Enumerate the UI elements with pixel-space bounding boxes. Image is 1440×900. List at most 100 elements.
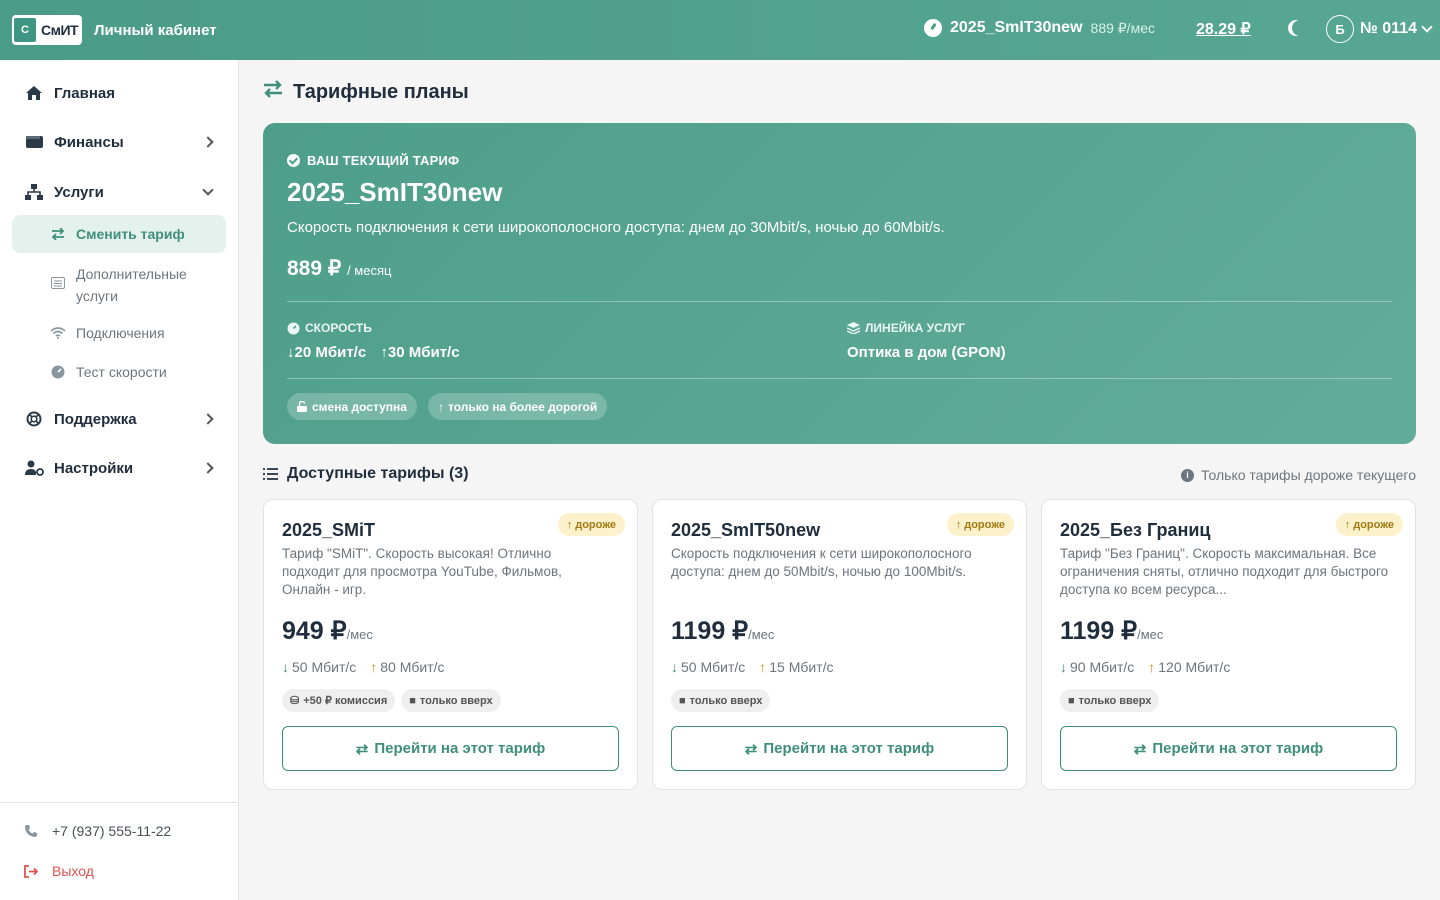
pricier-badge: ↑ дороже [557,513,625,536]
tariff-card: 2025_SMiT ↑ дороже Тариф "SMiT". Скорость… [263,499,638,790]
speed-values: ↓20 Мбит/с ↑30 Мбит/с [287,344,460,361]
sidebar-item-label: Услуги [54,183,104,201]
price-unit: / месяц [347,263,392,278]
sidebar-item-settings[interactable]: Настройки [12,449,226,487]
line-value: Оптика в дом (GPON) [847,344,1006,361]
support-phone[interactable]: +7 (937) 555-11-22 [24,823,171,839]
list-icon [48,273,68,293]
sidebar-item-label: Настройки [54,459,134,477]
chevron-right-icon [202,413,214,425]
moon-icon[interactable] [1292,20,1308,36]
upgrade-only-tag: ■ только вверх [401,689,501,712]
gauge-icon [48,362,68,382]
divider [287,378,1392,379]
change-available-pill: смена доступна [287,393,417,420]
sidebar-item-services[interactable]: Услуги [12,173,226,211]
sidebar-item-finance[interactable]: Финансы [12,123,226,161]
page-title: Тарифные планы [263,80,469,104]
arrow-down-icon: ↓ [671,659,678,675]
arrow-up-icon: ↑ [759,659,767,675]
gauge-icon [287,322,300,334]
swap-icon: ⇄ [744,740,758,758]
logo[interactable]: С СмИТ [12,15,82,45]
tariff-name: 2025_Без Границ [1060,520,1211,540]
user-menu[interactable]: Б № 0114 [1326,15,1433,43]
speed-up: 120 Мбит/с [1158,659,1231,675]
pill-text: только на более дорогой [448,399,598,414]
layers-icon [847,322,860,334]
arrow-up-icon: ↑ [370,659,378,675]
tariff-tags: ■ только вверх [671,689,776,712]
tariff-desc: Скорость подключения к сети широкополосн… [671,546,972,579]
tag-text: только вверх [419,694,493,707]
swap-icon: ⇄ [355,740,369,758]
price-unit: /мес [346,627,373,642]
tariff-name: 2025_SMiT [282,520,376,540]
top-tariff-price: 889 ₽/мес [1090,19,1155,36]
home-icon [24,83,44,103]
sidebar-item-label: Дополнительные услуги [76,266,187,304]
button-label: Перейти на этот тариф [763,740,935,757]
arrow-down-icon: ↓ [282,659,289,675]
sidebar-item-label: Главная [54,84,116,102]
badge-text: дороже [964,518,1005,531]
switch-tariff-button[interactable]: ⇄ Перейти на этот тариф [671,726,1008,771]
fee-tag: ⛁ +50 ₽ комиссия [282,689,396,712]
upgrade-only-tag: ■ только вверх [671,689,771,712]
main-content: Тарифные планы ВАШ ТЕКУЩИЙ ТАРИФ 2025_Sm… [239,60,1440,900]
available-title-text: Доступные тарифы (3) [287,465,469,482]
sidebar-subitem-extra-services[interactable]: Дополнительные услуги [12,261,226,309]
current-tariff-price: 889 ₽ / месяц [287,256,391,281]
tariff-price: 1199 ₽/мес [1060,616,1163,646]
line-label-text: ЛИНЕЙКА УСЛУГ [865,321,966,335]
tariff-speed: ↓ 90 Мбит/с ↑ 120 Мбит/с [1060,659,1230,675]
sidebar-subitem-connections[interactable]: Подключения [12,322,226,344]
sidebar: Главная Финансы Услуги Сменить тариф Доп… [0,60,239,900]
tariff-card: 2025_SmIT50new ↑ дороже Скорость подключе… [652,499,1027,790]
tariff-tags: ⛁ +50 ₽ комиссия ■ только вверх [282,689,507,712]
logout-link[interactable]: Выход [24,863,94,879]
chevron-right-icon [202,136,214,148]
lock-icon: ■ [679,694,686,707]
logo-mark: С [14,18,36,42]
available-note-text: Только тарифы дороже текущего [1201,467,1416,483]
tariff-card: 2025_Без Границ ↑ дороже Тариф "Без Грани… [1041,499,1416,790]
logout-label: Выход [52,863,94,879]
button-label: Перейти на этот тариф [374,740,546,757]
speed-up: 30 Мбит/с [387,344,460,361]
sidebar-item-support[interactable]: Поддержка [12,400,226,438]
arrow-up-icon: ↑ [1148,659,1156,675]
button-label: Перейти на этот тариф [1152,740,1324,757]
current-tariff-card: ВАШ ТЕКУЩИЙ ТАРИФ 2025_SmIT30new Скорост… [263,123,1416,444]
info-icon: i [1181,468,1195,482]
arrow-up-icon: ↑ [380,344,388,361]
top-tariff-info[interactable]: 2025_SmIT30new 889 ₽/мес [924,19,1155,37]
user-gear-icon [24,458,44,478]
balance-link[interactable]: 28.29 ₽ [1196,19,1251,39]
sidebar-item-home[interactable]: Главная [12,74,226,112]
switch-tariff-button[interactable]: ⇄ Перейти на этот тариф [1060,726,1397,771]
avatar: Б [1326,15,1354,43]
chevron-down-icon [202,184,214,196]
current-tariff-name: 2025_SmIT30new [287,177,503,207]
price-unit: /мес [1137,627,1164,642]
tag-text: только вверх [1078,694,1152,707]
price-value: 949 ₽ [282,617,347,645]
sidebar-subitem-speed-test[interactable]: Тест скорости [12,361,226,383]
logo-text: СмИТ [41,22,79,38]
sidebar-item-label: Финансы [54,133,124,151]
account-number: № 0114 [1360,20,1417,37]
chevron-down-icon [1421,21,1433,33]
pill-text: смена доступна [312,399,407,414]
arrow-down-icon: ↓ [1060,659,1067,675]
switch-tariff-button[interactable]: ⇄ Перейти на этот тариф [282,726,619,771]
sidebar-item-label: Сменить тариф [76,226,185,242]
sidebar-subitem-change-tariff[interactable]: Сменить тариф [12,215,226,253]
swap-icon: ⇄ [1133,740,1147,758]
speed-up: 80 Мбит/с [380,659,445,675]
price-value: 1199 ₽ [1060,617,1138,645]
upgrade-only-tag: ■ только вверх [1060,689,1160,712]
app-title: Личный кабинет [94,21,217,39]
price-value: 1199 ₽ [671,617,749,645]
current-tariff-desc: Скорость подключения к сети широкополосн… [287,219,945,236]
